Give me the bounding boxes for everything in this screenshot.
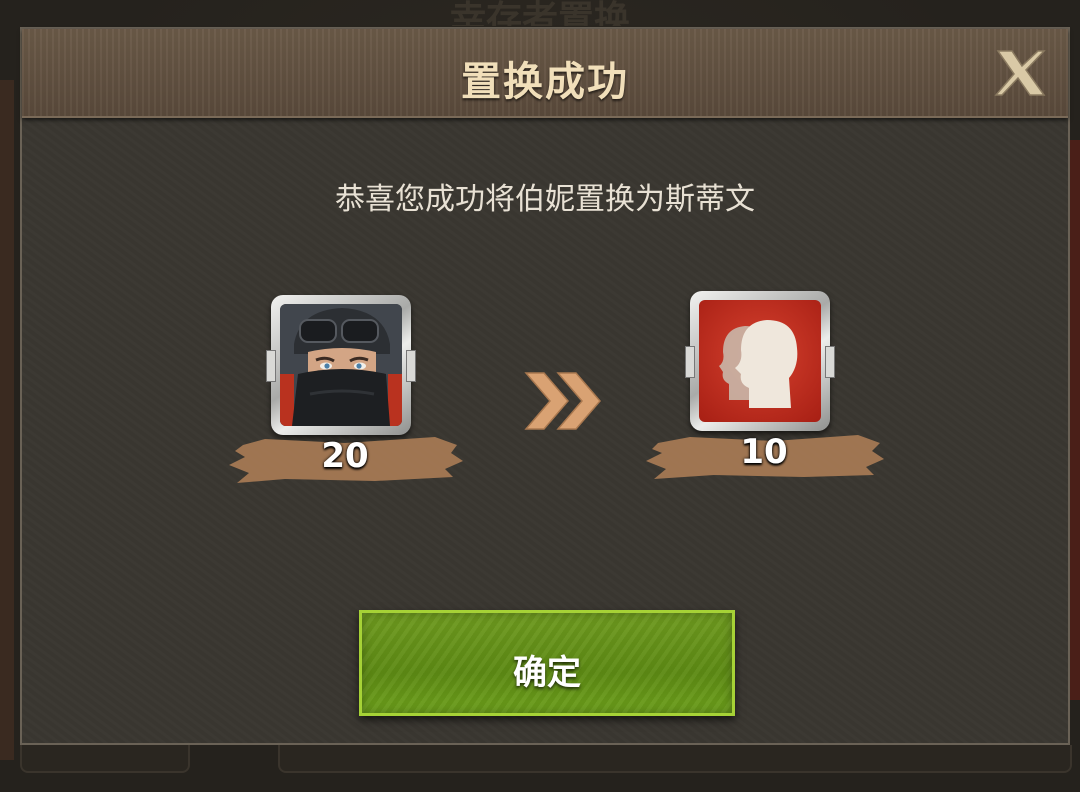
confirm-button-label: 确定 [513,653,581,693]
masked-soldier-portrait-icon [280,304,402,426]
survivor-silhouettes-icon [699,300,821,422]
from-item-count: 20 [321,436,369,476]
confirm-button[interactable]: 确定 [359,610,735,716]
background-screen-title: 幸存者置换 [449,0,630,26]
background-bottom-right-panel [278,745,1072,773]
dialog-header: 置换成功 [22,29,1068,118]
swap-success-dialog: 置换成功 恭喜您成功将伯妮置换为斯蒂文 20 10 确定 [20,27,1070,745]
background-left-panel [0,80,14,760]
to-survivor-item: 10 [644,291,884,491]
from-survivor-item: 20 [225,295,465,495]
to-item-frame [685,291,835,431]
close-icon [994,50,1046,96]
double-chevron-right-icon [524,372,601,430]
close-button[interactable] [992,47,1048,99]
from-item-frame [266,295,416,435]
background-bottom-left-panel [20,745,190,773]
dialog-title: 置换成功 [461,59,629,105]
swap-message: 恭喜您成功将伯妮置换为斯蒂文 [335,182,755,217]
to-item-count: 10 [740,432,788,472]
